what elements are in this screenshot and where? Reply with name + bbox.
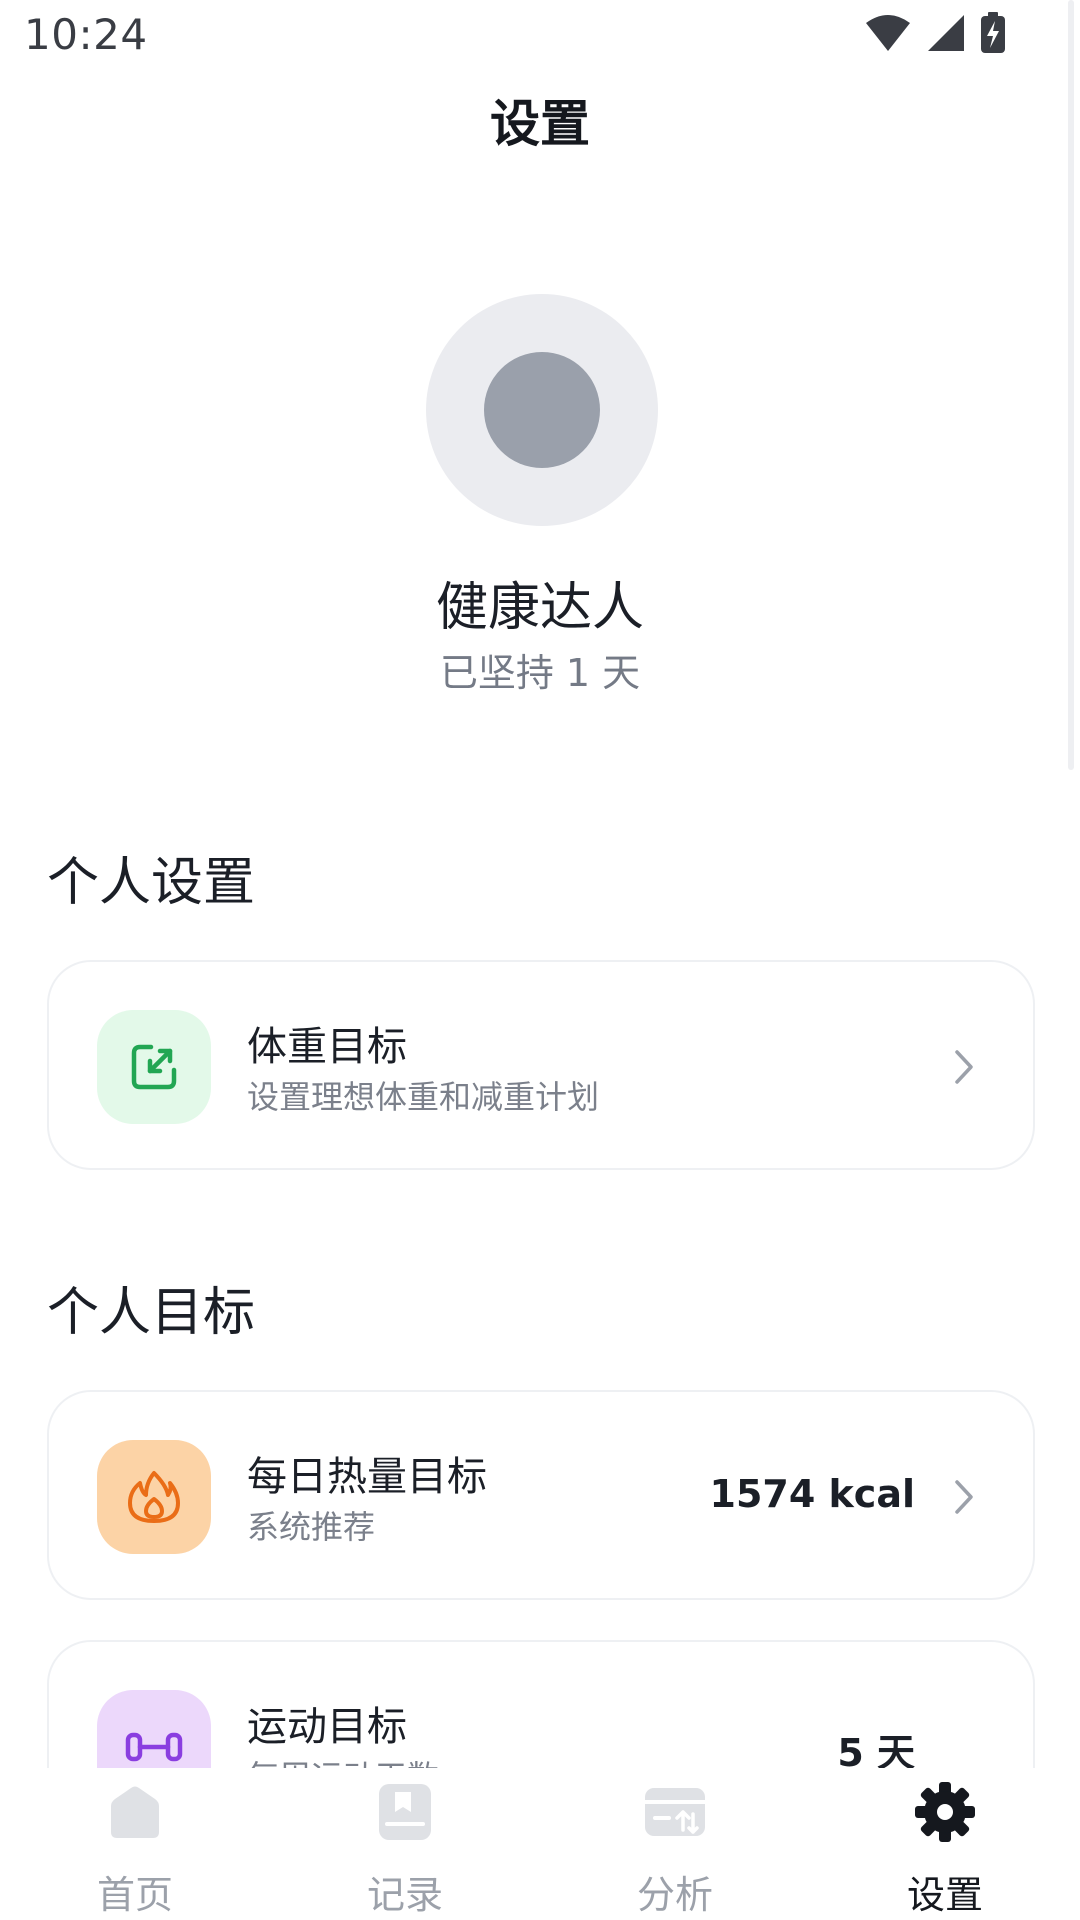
calorie-goal-subtitle: 系统推荐 — [247, 1508, 376, 1546]
resize-arrow-icon — [97, 1010, 211, 1124]
calorie-goal-title: 每日热量目标 — [247, 1454, 487, 1500]
profile-streak: 已坚持 1 天 — [439, 651, 641, 695]
weight-goal-card[interactable]: 体重目标 设置理想体重和减重计划 — [47, 960, 1035, 1170]
bookmark-icon — [379, 1784, 431, 1840]
nav-label-home: 首页 — [96, 1873, 173, 1917]
avatar-placeholder — [484, 352, 600, 468]
nav-item-records[interactable]: 记录 — [305, 1768, 505, 1920]
exercise-goal-value: 5 天 — [837, 1731, 915, 1768]
exercise-goal-card[interactable]: 运动目标 每周运动天数 5 天 — [47, 1640, 1035, 1768]
exercise-goal-subtitle: 每周运动天数 — [247, 1752, 439, 1768]
chevron-right-icon — [955, 1050, 973, 1084]
scroll-content-clip: 运动目标 每周运动天数 5 天 — [0, 1625, 1080, 1768]
nav-item-settings[interactable]: 设置 — [845, 1768, 1045, 1920]
nav-label-settings: 设置 — [906, 1873, 983, 1917]
profile-name: 健康达人 — [435, 578, 644, 638]
dumbbell-icon — [97, 1690, 211, 1768]
bottom-nav: 首页 记录 分析 设置 — [0, 1768, 1080, 1920]
nav-item-home[interactable]: 首页 — [35, 1768, 235, 1920]
nav-label-records: 记录 — [366, 1873, 443, 1917]
battery-icon — [981, 12, 1005, 53]
section-title-personal-goals: 个人目标 — [47, 1283, 256, 1343]
section-title-personal-settings: 个人设置 — [47, 853, 256, 913]
weight-goal-subtitle: 设置理想体重和减重计划 — [247, 1078, 600, 1116]
avatar[interactable] — [426, 294, 658, 526]
flame-icon — [97, 1440, 211, 1554]
nav-item-analysis[interactable]: 分析 — [575, 1768, 775, 1920]
nav-label-analysis: 分析 — [636, 1873, 713, 1917]
chevron-right-icon — [955, 1480, 973, 1514]
page-title: 设置 — [490, 95, 590, 153]
calorie-goal-card[interactable]: 每日热量目标 系统推荐 1574 kcal — [47, 1390, 1035, 1600]
status-icons — [864, 12, 1006, 54]
gear-icon — [915, 1782, 975, 1842]
weight-goal-title: 体重目标 — [247, 1024, 407, 1070]
signal-icon — [928, 15, 964, 51]
status-time: 10:24 — [24, 10, 148, 59]
exercise-goal-title: 运动目标 — [247, 1704, 407, 1750]
wifi-icon — [866, 15, 910, 51]
analysis-icon — [645, 1788, 705, 1836]
home-icon — [111, 1786, 159, 1838]
status-bar: 10:24 — [0, 0, 1080, 72]
calorie-goal-value: 1574 kcal — [709, 1472, 915, 1516]
